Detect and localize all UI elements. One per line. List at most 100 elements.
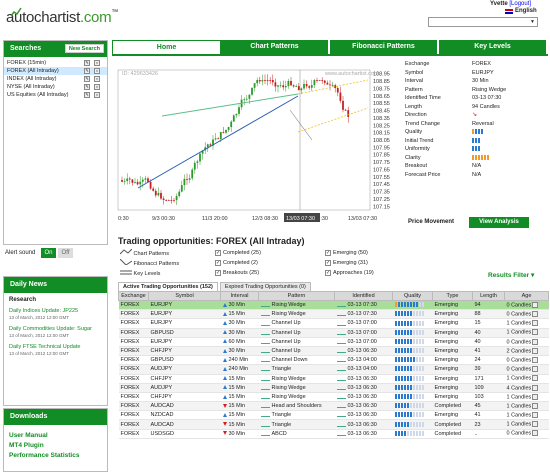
delete-icon[interactable]: × [94,60,100,66]
edit-icon[interactable]: ✎ [84,92,90,98]
column-header[interactable]: Symbol [148,291,221,301]
alert-off-button[interactable]: Off [58,248,73,258]
column-header[interactable]: Type [432,291,473,301]
logout-link[interactable]: [Logout] [509,1,531,7]
candle-body [321,80,324,81]
filter-approaches[interactable]: ✓ Approaches (19) [325,269,374,278]
row-action-icon[interactable] [532,430,539,437]
column-header[interactable]: Exchange [118,291,149,301]
cell-symbol: EURJPY [148,300,221,311]
edit-icon[interactable]: ✎ [84,60,90,66]
row-action-icon[interactable] [532,421,539,428]
age-text: 0 Candles [506,311,532,318]
tab-chart-patterns[interactable]: Chart Patterns [221,40,330,54]
delete-icon[interactable]: × [94,84,100,90]
filter-completed-fib[interactable]: ✓ Completed (2) [215,259,258,268]
filter-emerging-fib[interactable]: ✓ Emerging (31) [325,259,368,268]
filter-completed-chart[interactable]: ✓ Completed (25) [215,249,261,258]
table-row[interactable]: FOREX GBPUSD 240 Min Channel Down 03-13 04:0… [118,355,549,366]
chevron-down-icon: ▼ [530,19,535,25]
quality-bar [415,394,418,400]
tab-expired-opportunities[interactable]: Expired Trading Opportunities (0) [219,282,311,291]
checkbox[interactable]: ✓ [215,259,221,266]
view-analysis-button[interactable]: View Analysis [469,217,529,228]
row-action-icon[interactable] [532,320,539,327]
row-action-icon[interactable] [532,384,539,391]
pattern-thumb-icon [260,422,270,427]
delete-icon[interactable]: × [94,76,100,82]
row-action-icon[interactable] [532,329,539,336]
row-action-icon[interactable] [532,366,539,373]
account-select[interactable]: ▼ [428,17,538,27]
table-row[interactable]: FOREX GBPUSD 30 Min Channel Up 03-13 07:00 Em… [118,328,549,338]
edit-icon[interactable]: ✎ [84,76,90,82]
checkbox[interactable]: ✓ [325,259,331,266]
price-chart[interactable]: 108.95108.85108.75108.65108.55108.45108.… [112,60,402,230]
news-title[interactable]: Daily Indices Update: JP225 [9,308,102,314]
table-row[interactable]: FOREX NZDCAD 15 Min Triangle 03-13 06:30 Emer… [118,410,549,421]
news-item[interactable]: Daily FTSE Technical Update 13 of March, … [4,341,107,359]
edit-icon[interactable]: ✎ [84,68,90,74]
column-header[interactable]: Quality [392,291,433,301]
download-link[interactable]: MT4 Plugin [4,441,107,451]
news-title[interactable]: Daily FTSE Technical Update [9,344,102,350]
news-item[interactable]: Daily Commodities Update: Sugar 13 of Mar… [4,323,107,341]
column-header[interactable]: Identified [334,291,393,301]
news-item[interactable]: Daily Indices Update: JP225 13 of March, … [4,305,107,323]
column-header[interactable]: Age [504,291,549,301]
table-row[interactable]: FOREX EURJPY 30 Min Channel Up 03-13 07:00 Em… [118,318,549,329]
delete-icon[interactable]: × [94,92,100,98]
table-row[interactable]: FOREX EURJPY 15 Min Rising Wedge 03-13 07:30… [118,309,549,320]
checkbox[interactable]: ✓ [215,249,221,256]
tab-home[interactable]: Home [112,40,221,54]
row-action-icon[interactable] [532,311,539,318]
search-item[interactable]: NYSE (All Intraday) ✎ × [4,83,107,91]
row-action-icon[interactable] [532,412,539,419]
table-row[interactable]: FOREX EURJPY 60 Min Channel Up 03-13 07:00 Em… [118,337,549,347]
table-row[interactable]: FOREX USDSGD 30 Min ABCD 03-13 06:30 Complete… [118,429,549,439]
arrow-down-icon [222,422,227,427]
table-row[interactable]: FOREX EURJPY 30 Min Rising Wedge 03-13 07:30… [118,300,549,311]
cell-type: Emerging [432,300,473,311]
tab-active-opportunities[interactable]: Active Trading Opportunities (152) [118,282,218,291]
row-action-icon[interactable] [532,375,539,382]
alert-on-button[interactable]: On [41,248,56,258]
row-action-icon[interactable] [532,393,539,400]
row-action-icon[interactable] [532,301,539,308]
table-row[interactable]: FOREX CHFJPY 15 Min Rising Wedge 03-13 06:30… [118,374,549,384]
row-action-icon[interactable] [532,402,539,409]
row-action-icon[interactable] [532,347,539,354]
language-selector[interactable]: English [505,8,537,14]
edit-icon[interactable]: ✎ [84,84,90,90]
tab-key-levels[interactable]: Key Levels [439,40,548,54]
search-item[interactable]: FOREX (15min) ✎ × [4,59,107,67]
table-row[interactable]: FOREX CHFJPY 15 Min Rising Wedge 03-13 06:30… [118,392,549,403]
quality-bar [394,311,397,317]
checkbox[interactable]: ✓ [215,269,221,276]
news-title[interactable]: Daily Commodities Update: Sugar [9,326,102,332]
download-link[interactable]: Performance Statistics [4,451,107,461]
table-row[interactable]: FOREX AUDJPY 240 Min Triangle 03-13 04:00 Eme… [118,364,549,375]
row-action-icon[interactable] [532,338,539,345]
column-header[interactable]: Length [472,291,505,301]
column-header[interactable]: Interval [220,291,259,301]
table-row[interactable]: FOREX CHFJPY 30 Min Channel Up 03-13 06:30 Em… [118,346,549,357]
filter-emerging-chart[interactable]: ✓ Emerging (50) [325,249,368,258]
table-row[interactable]: FOREX AUDCAD 15 Min Head and Shoulders 03-13… [118,401,549,412]
checkbox[interactable]: ✓ [325,249,331,256]
table-row[interactable]: FOREX AUDJPY 15 Min Rising Wedge 03-13 06:30… [118,383,549,393]
download-link[interactable]: User Manual [4,431,107,441]
new-search-button[interactable]: New Search [64,44,104,53]
tab-fibonacci-patterns[interactable]: Fibonacci Patterns [330,40,439,54]
search-item[interactable]: US Equities (All Intraday) ✎ × [4,91,107,99]
search-item[interactable]: FOREX (All Intraday) ✎ × [4,67,107,75]
delete-icon[interactable]: × [94,68,100,74]
table-row[interactable]: FOREX AUDCAD 15 Min Triangle 03-13 06:30 Comp… [118,419,549,430]
filter-breakouts[interactable]: ✓ Breakouts (25) [215,269,259,278]
column-header[interactable]: Pattern [258,291,335,301]
results-filter-link[interactable]: Results Filter ▾ [488,271,534,279]
search-item[interactable]: INDEX (All Intraday) ✎ × [4,75,107,83]
row-action-icon[interactable] [532,356,539,363]
checkbox[interactable]: ✓ [325,269,331,276]
cell-pattern: Triangle [258,419,335,430]
